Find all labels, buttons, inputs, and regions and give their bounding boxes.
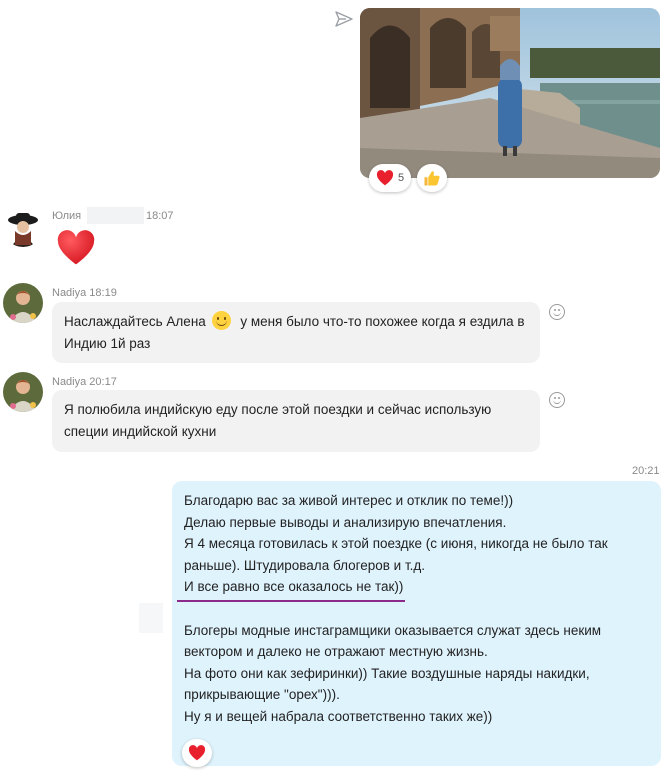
avatar[interactable] xyxy=(3,372,43,412)
avatar[interactable] xyxy=(3,207,43,247)
heart-icon xyxy=(188,745,206,761)
message-text: Индию 1й раз xyxy=(64,336,151,351)
message-line: На фото они как зефиринки)) Такие воздуш… xyxy=(184,665,590,681)
message-line: Я 4 месяца готовилась к этой поездке (с … xyxy=(184,536,608,552)
sender-name: Юлия xyxy=(52,210,82,222)
heart-reaction[interactable]: 5 xyxy=(369,164,411,192)
forward-icon[interactable] xyxy=(334,10,354,28)
message-text: специи индийской кухни xyxy=(64,424,217,439)
message-text: Наслаждайтесь Алена xyxy=(64,314,206,329)
message-line: И все равно все оказалось не так)) xyxy=(184,579,404,595)
avatar[interactable] xyxy=(3,283,43,323)
highlight-underline xyxy=(177,600,405,602)
heart-icon xyxy=(57,230,95,265)
message-line: Блогеры модные инстаграмщики оказывается… xyxy=(184,622,602,638)
message-bubble[interactable]: Я полюбила индийскую еду после этой поез… xyxy=(52,390,540,452)
sender-time: Nadiya 18:19 xyxy=(52,287,117,299)
heart-reaction[interactable] xyxy=(182,739,212,767)
message-line: вектором и далеко не отражают местную жи… xyxy=(184,644,488,660)
message-time: 18:07 xyxy=(146,210,174,222)
smiley-emoji-icon xyxy=(211,311,231,330)
message-text: Я полюбила индийскую еду после этой поез… xyxy=(64,402,492,417)
message-line: Благодарю вас за живой интерес и отклик … xyxy=(184,493,514,508)
redacted-surname xyxy=(87,207,144,224)
message-line: Ну я и вещей набрала соответственно таки… xyxy=(184,708,493,724)
message-time: 20:21 xyxy=(632,465,660,477)
thumbs-up-reaction[interactable] xyxy=(417,164,447,192)
add-reaction-icon[interactable] xyxy=(549,304,565,320)
message-line: раньше). Штудировала блогеров и т.д. xyxy=(184,557,426,573)
heart-reaction-count: 5 xyxy=(397,172,405,184)
shared-photo[interactable] xyxy=(360,8,660,178)
message-line: прикрывающие "орех"))). xyxy=(184,687,340,703)
thumbs-up-icon xyxy=(424,171,440,186)
sender-time: Nadiya 20:17 xyxy=(52,376,117,388)
faded-placeholder xyxy=(139,603,163,633)
message-bubble[interactable]: Наслаждайтесь Алена у меня было что-то п… xyxy=(52,302,540,363)
outgoing-message-bubble[interactable]: Благодарю вас за живой интерес и отклик … xyxy=(172,481,661,766)
message-text: у меня было что-то похожее когда я ездил… xyxy=(240,314,525,329)
message-line: Делаю первые выводы и анализирую впечатл… xyxy=(184,514,507,530)
heart-icon xyxy=(376,170,394,186)
add-reaction-icon[interactable] xyxy=(549,392,565,408)
